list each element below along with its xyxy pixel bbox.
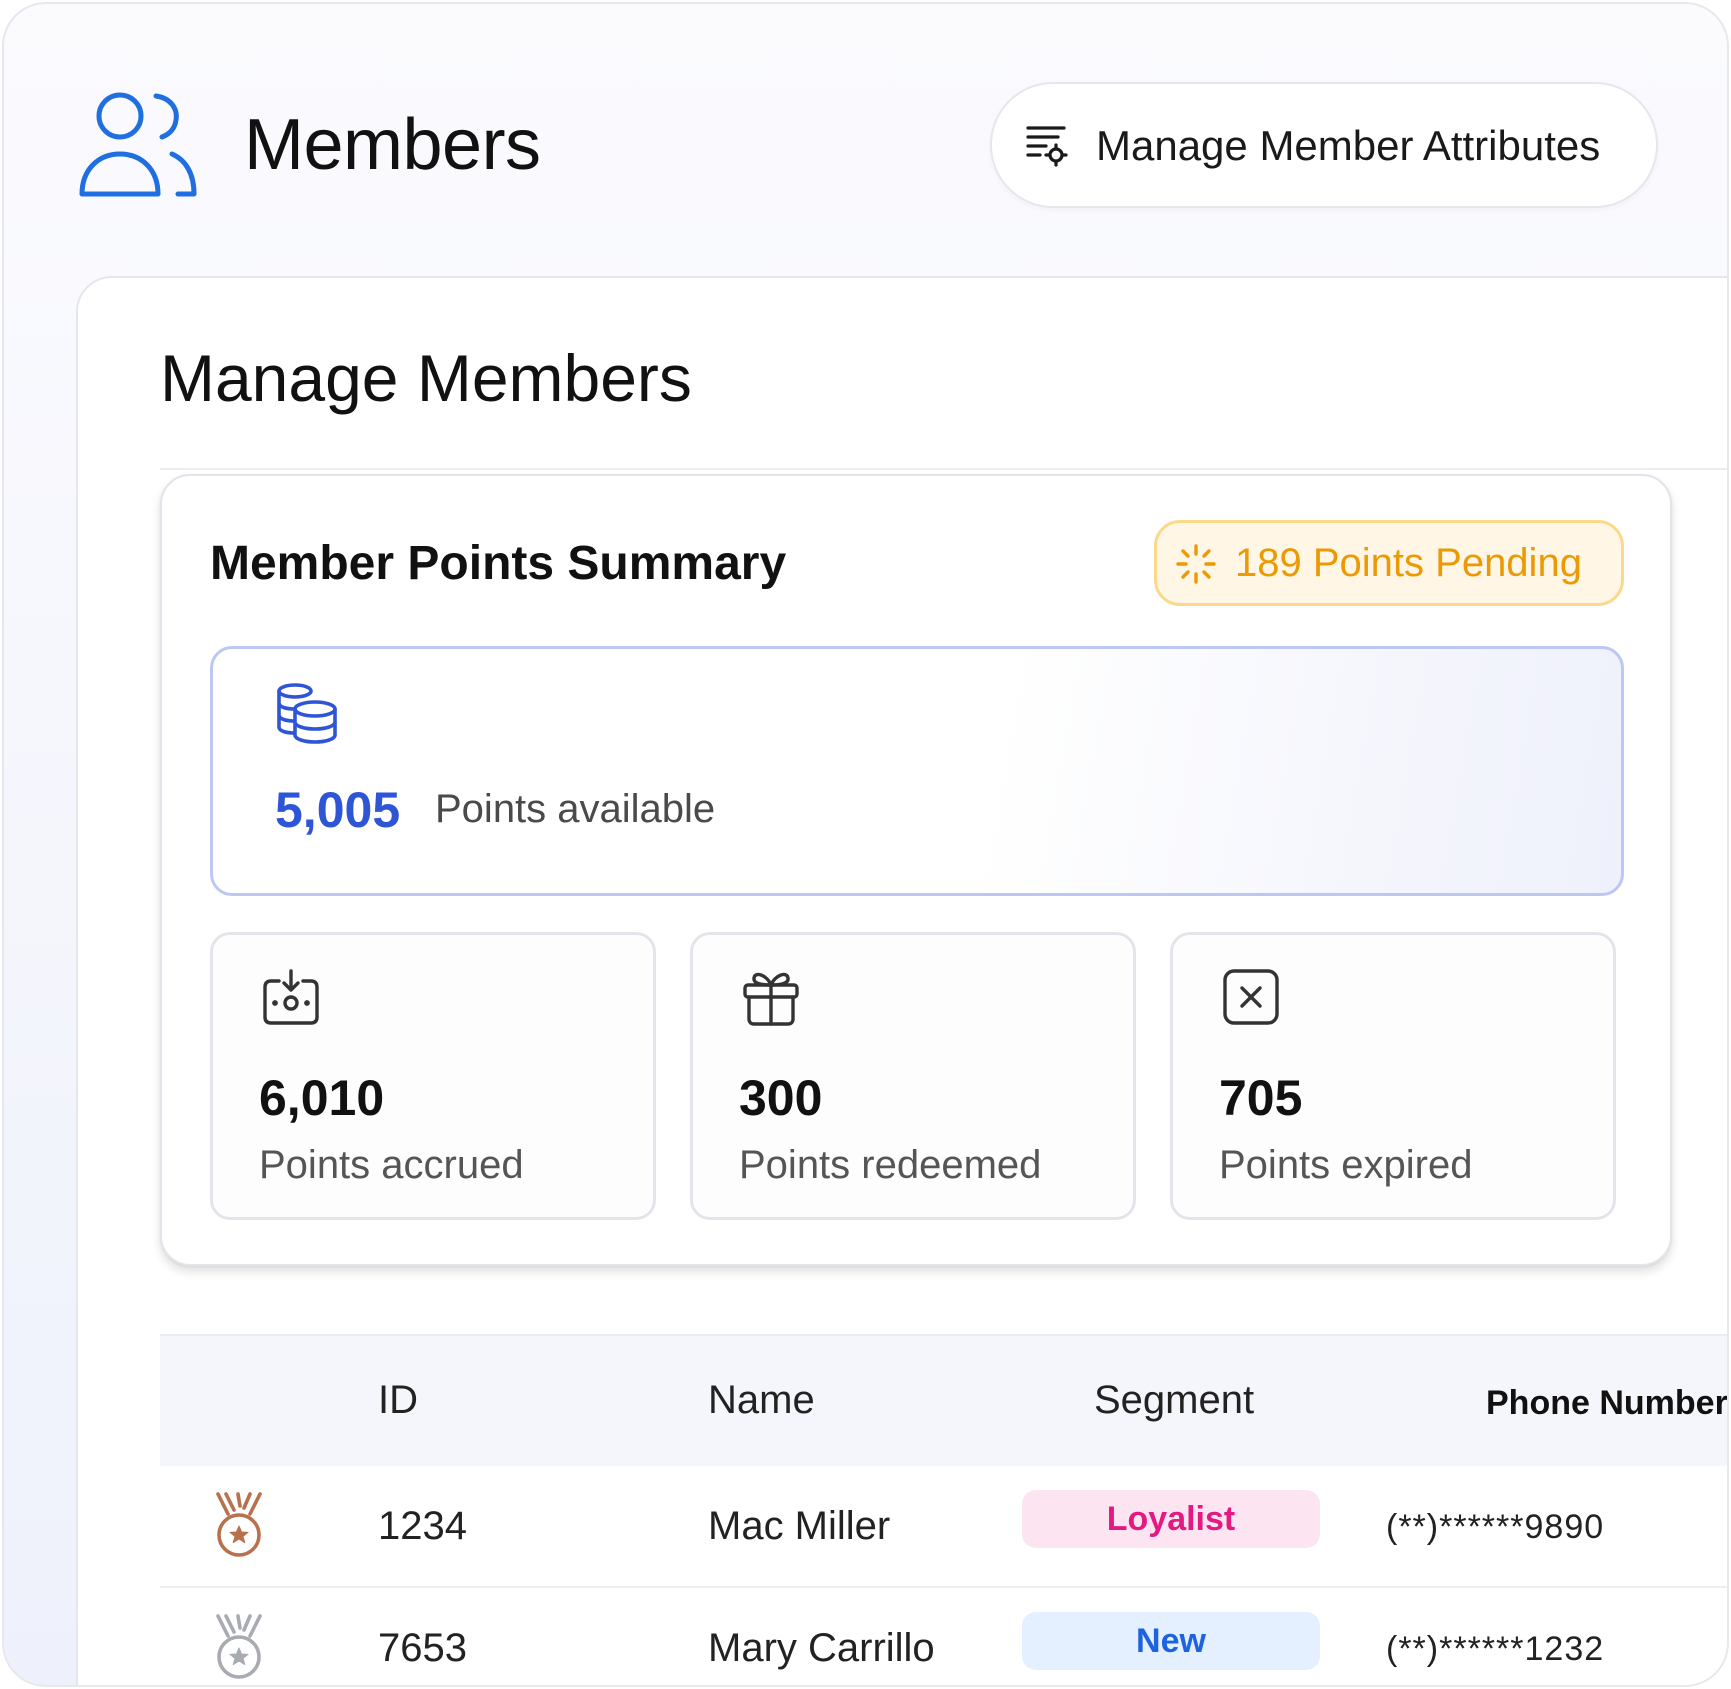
app-window: Members Manage Member Attributes Manage …	[2, 2, 1729, 1687]
points-accrued-value: 6,010	[259, 1070, 385, 1126]
manage-members-panel: Manage Members Member Points Summary 189…	[76, 276, 1727, 1685]
summary-title: Member Points Summary	[210, 537, 787, 590]
member-phone: (**)******9890	[1386, 1508, 1605, 1546]
users-icon	[78, 90, 198, 202]
section-title: Manage Members	[160, 341, 692, 415]
points-available-label: Points available	[435, 787, 716, 831]
points-expired-card: 705 Points expired	[1170, 932, 1616, 1220]
member-id: 7653	[378, 1626, 467, 1670]
manage-member-attributes-label: Manage Member Attributes	[1096, 122, 1601, 169]
points-pending-badge[interactable]: 189 Points Pending	[1154, 520, 1624, 606]
deposit-icon	[261, 967, 321, 1027]
gift-icon	[741, 967, 801, 1027]
member-phone: (**)******1232	[1386, 1630, 1605, 1668]
filter-settings-icon	[1024, 122, 1070, 168]
close-square-icon	[1221, 967, 1281, 1027]
member-name: Mac Miller	[708, 1504, 891, 1548]
points-accrued-card: 6,010 Points accrued	[210, 932, 656, 1220]
member-id: 1234	[378, 1504, 467, 1548]
table-header: ID Name Segment Phone Number	[160, 1334, 1727, 1466]
points-accrued-label: Points accrued	[259, 1143, 524, 1187]
segment-badge: Loyalist	[1022, 1490, 1320, 1548]
manage-member-attributes-button[interactable]: Manage Member Attributes	[990, 82, 1658, 208]
coins-stack-icon	[275, 681, 339, 745]
column-header-phone-number[interactable]: Phone Number	[1486, 1384, 1727, 1423]
page-title: Members	[244, 105, 541, 185]
divider	[160, 468, 1727, 470]
table-row[interactable]: 7653 Mary Carrillo New (**)******1232	[160, 1588, 1727, 1685]
loading-spinner-icon	[1175, 543, 1217, 585]
points-available-card: 5,005 Points available	[210, 646, 1624, 896]
column-header-id[interactable]: ID	[378, 1378, 418, 1423]
points-expired-label: Points expired	[1219, 1143, 1473, 1187]
points-pending-label: 189 Points Pending	[1235, 541, 1582, 585]
table-row[interactable]: 1234 Mac Miller Loyalist (**)******9890	[160, 1466, 1727, 1588]
column-header-segment[interactable]: Segment	[1094, 1378, 1254, 1423]
bronze-medal-icon	[214, 1490, 264, 1560]
segment-badge: New	[1022, 1612, 1320, 1670]
silver-medal-icon	[214, 1612, 264, 1682]
member-name: Mary Carrillo	[708, 1626, 935, 1670]
points-redeemed-value: 300	[739, 1070, 823, 1126]
points-expired-value: 705	[1219, 1070, 1303, 1126]
points-available-value: 5,005	[275, 782, 401, 838]
points-redeemed-card: 300 Points redeemed	[690, 932, 1136, 1220]
column-header-name[interactable]: Name	[708, 1378, 815, 1423]
member-points-summary-card: Member Points Summary 189 Points Pending	[160, 474, 1672, 1266]
points-redeemed-label: Points redeemed	[739, 1143, 1042, 1187]
